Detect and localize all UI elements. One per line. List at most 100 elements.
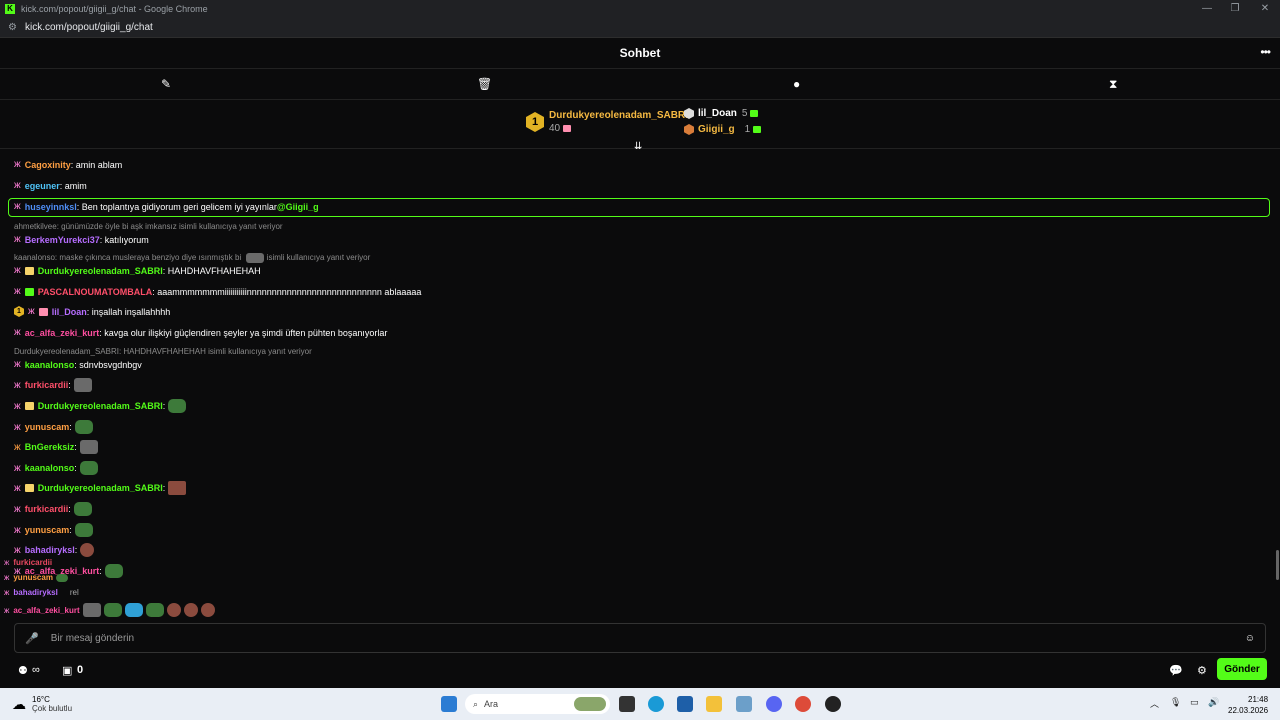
trash-icon[interactable]: 🗑 — [477, 77, 492, 91]
reply-context[interactable]: Durdukyereolenadam_SABRI: HAHDHAVFHAHEHA… — [14, 347, 312, 356]
chat-text: : — [69, 525, 72, 535]
message-input[interactable]: 🎤 Bir mesaj gönderin ☺ — [14, 623, 1266, 653]
address-bar[interactable]: ⚙ kick.com/popout/giigii_g/chat — [0, 17, 1280, 38]
scroll-to-bottom-icon[interactable]: ⇊ — [634, 141, 642, 152]
chat-mention[interactable]: @Giigii_g — [277, 202, 319, 212]
rank-1-badge-icon: 1 — [526, 112, 544, 132]
chat-username[interactable]: lil_Doan — [52, 307, 87, 317]
chat-text: : HAHDHAVFHAHEHAH — [162, 265, 261, 276]
chat-username[interactable]: Durdukyereolenadam_SABRI — [38, 483, 163, 493]
chat-message[interactable]: ж Durdukyereolenadam_SABRI : — [14, 399, 187, 413]
discord-icon[interactable] — [766, 696, 782, 712]
restore-button[interactable]: ❐ — [1220, 0, 1250, 17]
chat-message[interactable]: ж Durdukyereolenadam_SABRI : HAHDHAVFHAH… — [14, 265, 261, 276]
task-view-icon[interactable] — [619, 696, 635, 712]
tray-network-icon[interactable]: ▭ — [1190, 697, 1199, 708]
tray-chevron-icon[interactable]: ︿ — [1150, 697, 1159, 710]
chat-bubble-icon[interactable]: 💬 — [1169, 664, 1183, 677]
leaderboard-second[interactable]: lil_Doan 5 — [684, 108, 759, 119]
chat-message[interactable]: ж ac_alfa_zeki_kurt : kavga olur ilişkiy… — [14, 327, 387, 338]
chat-message[interactable]: ж yunuscam : — [14, 420, 93, 434]
chat-username[interactable]: huseyinnksl — [25, 202, 77, 212]
chat-message[interactable]: ж bahadiryksl : — [14, 543, 95, 557]
butterfly-badge-icon: ж — [14, 379, 21, 391]
chat-text: : — [74, 463, 77, 473]
butterfly-badge-icon: ж — [14, 524, 21, 536]
chat-message[interactable]: ж BnGereksiz : — [14, 440, 98, 454]
start-icon[interactable] — [441, 696, 457, 712]
chat-username[interactable]: Durdukyereolenadam_SABRI — [38, 266, 163, 276]
reply-context[interactable]: kaanalonso: maske çıkınca musleraya benz… — [14, 253, 370, 263]
chat-username[interactable]: kaanalonso — [25, 360, 75, 370]
chat-username[interactable]: kaanalonso — [25, 463, 75, 473]
chat-username[interactable]: yunuscam — [25, 525, 70, 535]
weather-widget[interactable]: ☁ 16°C Çok bulutlu — [12, 695, 72, 713]
chat-message[interactable]: 1 ж lil_Doan : inşallah inşallahhhh — [14, 306, 170, 317]
chat-text: : katılıyorum — [99, 234, 149, 245]
chat-message[interactable]: ж furkicardii : — [14, 378, 92, 392]
settings-app-icon[interactable] — [736, 696, 752, 712]
url-text[interactable]: kick.com/popout/giigii_g/chat — [25, 22, 153, 33]
emoji-icon[interactable]: ☺ — [1245, 633, 1255, 644]
emote-icon — [145, 603, 164, 617]
rank-2-badge-icon — [684, 108, 694, 119]
chrome-icon[interactable] — [795, 696, 811, 712]
store-icon[interactable] — [677, 696, 693, 712]
chat-username[interactable]: Durdukyereolenadam_SABRI — [38, 401, 163, 411]
chat-username[interactable]: egeuner — [25, 181, 60, 191]
chat-username[interactable]: yunuscam — [25, 422, 70, 432]
chat-username[interactable]: ac_alfa_zeki_kurt — [25, 328, 100, 338]
taskbar-search[interactable]: ⌕ Ara — [465, 694, 610, 714]
gift-box-icon[interactable]: ▣ — [62, 664, 72, 677]
close-button[interactable]: ✕ — [1250, 0, 1280, 17]
chat-username[interactable]: BnGereksiz — [25, 442, 75, 452]
pin-icon[interactable]: ✎ — [161, 77, 171, 91]
tray-mic-icon[interactable]: 🎙 — [1170, 697, 1181, 708]
obs-icon[interactable] — [825, 696, 841, 712]
chat-text: : — [68, 504, 71, 514]
emote-icon — [79, 461, 98, 475]
chat-bubble-icon[interactable]: ● — [793, 77, 800, 91]
chat-scrollbar[interactable] — [1276, 550, 1279, 580]
chat-message[interactable]: ж kaanalonso : sdnvbsvgdnbgv — [14, 359, 142, 370]
emote-icon — [246, 253, 265, 263]
points-icon[interactable]: ⚉ — [18, 664, 28, 677]
chat-username[interactable]: furkicardii — [25, 380, 69, 390]
chat-username[interactable]: Cagoxinity — [25, 160, 71, 170]
chat-message[interactable]: ж yunuscam : — [14, 523, 93, 537]
chat-text: : — [162, 401, 166, 411]
chat-message[interactable]: ж furkicardii : — [14, 502, 92, 516]
emote-icon — [104, 564, 123, 578]
chat-message[interactable]: ж PASCALNOUMATOMBALA : aaammmmmmmiiiiiii… — [14, 286, 421, 297]
chat-message[interactable]: ж Cagoxinity : amin ablam — [14, 159, 122, 170]
leaderboard-third-name: Giigii_g — [698, 124, 735, 135]
file-explorer-icon[interactable] — [706, 696, 722, 712]
emote-icon — [74, 420, 93, 434]
chat-username[interactable]: furkicardii — [25, 504, 69, 514]
more-options-icon[interactable]: ••• — [1260, 45, 1271, 59]
message-placeholder[interactable]: Bir mesaj gönderin — [51, 633, 134, 644]
search-label: Ara — [484, 699, 499, 709]
chat-message[interactable]: ж BerkemYurekci37 : katılıyorum — [14, 234, 149, 245]
leaderboard-third[interactable]: Giigii_g 1 — [684, 124, 762, 135]
system-clock[interactable]: 21:48 22.03.2026 — [1228, 694, 1268, 716]
settings-icon[interactable]: ⚙ — [1197, 664, 1207, 677]
emote-icon — [73, 378, 92, 392]
chat-username[interactable]: PASCALNOUMATOMBALA — [38, 287, 153, 297]
chat-message[interactable]: ж huseyinnksl : Ben toplantıya gidiyorum… — [14, 201, 319, 212]
reply-context[interactable]: ahmetkilvee: günümüzde öyle bi aşk imkan… — [14, 222, 283, 231]
tray-volume-icon[interactable]: 🔊 — [1208, 697, 1219, 708]
chat-username[interactable]: bahadiryksl — [25, 545, 75, 555]
chat-username[interactable]: BerkemYurekci37 — [25, 235, 100, 245]
minimize-button[interactable]: — — [1192, 0, 1222, 17]
chat-message[interactable]: ж egeuner : amim — [14, 180, 87, 191]
cloud-icon: ☁ — [12, 695, 26, 712]
edge-icon[interactable] — [648, 696, 664, 712]
chat-message[interactable]: ж Durdukyereolenadam_SABRI : — [14, 481, 187, 495]
leaderboard-first[interactable]: 1 Durdukyereolenadam_SABRI 40 — [526, 110, 688, 134]
chat-message[interactable]: ж kaanalonso : — [14, 461, 98, 475]
send-button[interactable]: Gönder — [1217, 658, 1267, 680]
microphone-icon[interactable]: 🎤 — [25, 632, 39, 645]
hourglass-icon[interactable]: ⧗ — [1109, 77, 1117, 92]
site-info-icon[interactable]: ⚙ — [8, 22, 17, 33]
